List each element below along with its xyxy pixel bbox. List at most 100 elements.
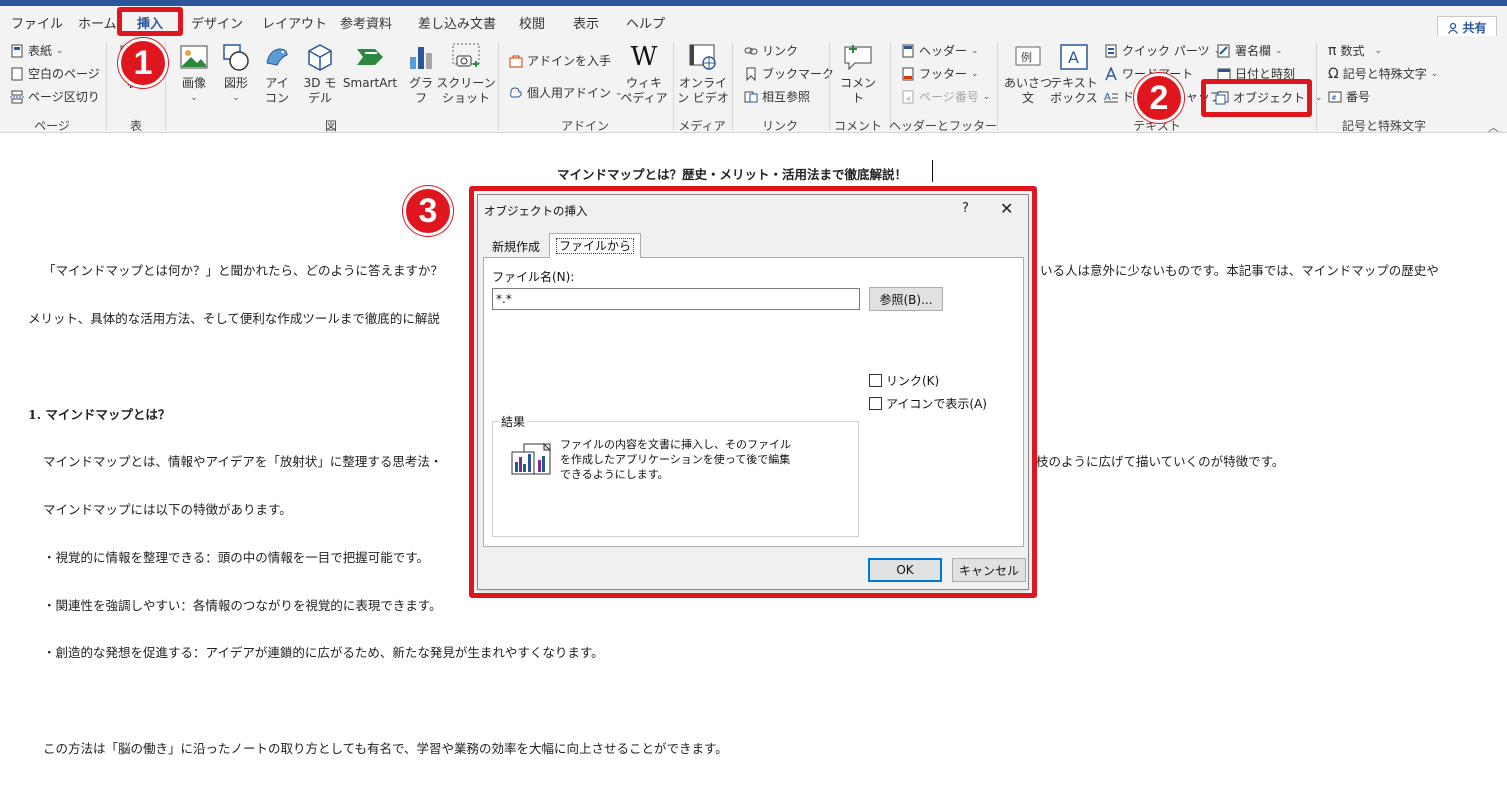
comment-button[interactable]: コメント <box>838 42 878 106</box>
footer-button[interactable]: フッター ⌄ <box>901 65 979 82</box>
chevron-down-icon: ⌄ <box>1374 45 1382 56</box>
chart-button[interactable]: グラフ <box>406 42 436 106</box>
cover-page-button[interactable]: 表紙 ⌄ <box>10 42 64 59</box>
get-addins-label: アドインを入手 <box>527 54 612 68</box>
tab-view[interactable]: 表示 <box>573 13 599 32</box>
tab-references[interactable]: 参考資料 <box>340 13 392 32</box>
quick-parts-icon <box>1105 44 1117 57</box>
shapes-button[interactable]: 図形 ⌄ <box>220 42 252 106</box>
tab-file[interactable]: ファイル <box>11 13 63 32</box>
tab-mailings[interactable]: 差し込み文書 <box>418 13 496 32</box>
signature-line-button[interactable]: 署名欄 ⌄ <box>1217 42 1283 59</box>
group-label-addins: アドイン <box>560 119 610 133</box>
step-badge-3: 3 <box>403 186 453 236</box>
cross-reference-button[interactable]: 相互参照 <box>744 88 810 105</box>
bullet-2: ・関連性を強調しやすい：各情報のつながりを視覚的に表現できます。 <box>43 598 442 613</box>
group-divider <box>673 42 674 130</box>
textbox-button[interactable]: A テキスト ボックス <box>1050 42 1098 106</box>
screenshot-button[interactable]: スクリーン ショット <box>436 42 496 106</box>
quick-parts-button[interactable]: クイック パーツ ⌄ <box>1104 42 1221 59</box>
3d-model-label: 3D モ デル <box>303 76 337 105</box>
tab-home[interactable]: ホーム <box>78 13 117 32</box>
group-divider <box>1316 42 1317 130</box>
smartart-button[interactable]: SmartArt <box>342 42 398 91</box>
tab-review[interactable]: 校閲 <box>519 13 545 32</box>
signature-line-label: 署名欄 <box>1235 44 1272 58</box>
quick-parts-label: クイック パーツ <box>1122 44 1210 58</box>
blank-page-button[interactable]: 空白のページ <box>10 65 100 82</box>
chevron-down-icon: ⌄ <box>232 93 240 103</box>
header-label: ヘッダー <box>919 44 968 58</box>
cross-reference-label: 相互参照 <box>762 90 811 104</box>
equation-button[interactable]: π 数式 ⌄ <box>1328 42 1382 59</box>
cover-page-icon <box>11 44 23 57</box>
step-badge-1: 1 <box>118 38 168 88</box>
page-number-button[interactable]: # ページ番号 ⌄ <box>901 88 990 105</box>
icons-icon <box>266 48 288 66</box>
greeting-button[interactable]: 例 あいさつ 文 <box>1004 42 1052 106</box>
image-label: 画像 <box>181 76 206 90</box>
footer-label: フッター <box>919 67 968 81</box>
3d-model-button[interactable]: 3D モ デル <box>302 42 338 106</box>
page-break-label: ページ区切り <box>28 90 100 104</box>
bookmark-label: ブックマーク <box>762 67 835 81</box>
group-label-media: メディア <box>678 119 726 133</box>
para1-left: マインドマップとは、情報やアイデアを「放射状」に整理する思考法・ <box>43 454 443 469</box>
get-addins-button[interactable]: アドインを入手 <box>509 52 611 69</box>
header-icon <box>902 44 914 57</box>
tab-create-from-file-label: ファイルから <box>556 238 635 254</box>
symbol-button[interactable]: Ω 記号と特殊文字 ⌄ <box>1328 65 1438 82</box>
wikipedia-label: ウィキ ペディア <box>620 76 668 105</box>
share-label: 共有 <box>1462 21 1487 35</box>
textbox-icon: A <box>1060 44 1088 70</box>
chevron-down-icon: ⌄ <box>971 45 979 56</box>
screenshot-icon <box>452 43 480 67</box>
page-break-button[interactable]: ページ区切り <box>10 88 100 105</box>
textbox-label: テキスト ボックス <box>1050 76 1098 105</box>
blank-page-label: 空白のページ <box>28 67 100 81</box>
online-video-icon <box>689 44 716 70</box>
svg-text:#: # <box>906 96 911 103</box>
svg-text:A: A <box>1104 92 1111 103</box>
comment-label: コメント <box>839 76 876 105</box>
my-addins-label: 個人用アドイン <box>527 86 612 100</box>
bookmark-icon <box>746 67 756 81</box>
online-video-button[interactable]: オンライ ン ビデオ <box>677 42 729 106</box>
omega-icon: Ω <box>1328 65 1339 82</box>
number-icon: # <box>1328 91 1342 102</box>
signature-icon <box>1217 44 1230 57</box>
cover-page-label: 表紙 <box>28 44 53 58</box>
highlight-insert-tab <box>117 7 183 36</box>
intro-line2-left: メリット、具体的な活用方法、そして便利な作成ツールまで徹底的に解説 <box>28 311 440 326</box>
para3: この方法は「脳の働き」に沿ったノートの取り方としても有名で、学習や業務の効率を大… <box>43 741 728 756</box>
tab-layout[interactable]: レイアウト <box>262 13 327 32</box>
tab-design[interactable]: デザイン <box>191 13 243 32</box>
page-number-label: ページ番号 <box>919 90 979 104</box>
smartart-label: SmartArt <box>342 76 398 90</box>
my-addins-button[interactable]: 個人用アドイン ⌄ <box>509 84 623 101</box>
collapse-ribbon-icon[interactable]: ︿ <box>1488 119 1499 135</box>
shapes-icon <box>223 44 249 71</box>
icons-button[interactable]: アイ コン <box>261 42 293 106</box>
screenshot-label: スクリーン ショット <box>436 76 496 105</box>
group-divider <box>997 42 998 130</box>
bullet-3: ・創造的な発想を促進する：アイデアが連鎖的に広がるため、新たな発見が生まれやすく… <box>43 645 604 660</box>
wikipedia-icon: W <box>630 41 658 72</box>
highlight-object-button <box>1201 79 1312 117</box>
wikipedia-button[interactable]: W ウィキ ペディア <box>620 41 667 106</box>
tab-help[interactable]: ヘルプ <box>626 13 665 32</box>
bullet-1: ・視覚的に情報を整理できる：頭の中の情報を一目で把握可能です。 <box>43 550 430 565</box>
header-button[interactable]: ヘッダー ⌄ <box>901 42 979 59</box>
image-button[interactable]: 画像 ⌄ <box>178 42 210 106</box>
number-button[interactable]: # 番号 <box>1328 88 1370 105</box>
addin-icon <box>510 86 522 97</box>
group-label-comments: コメント <box>833 119 883 133</box>
link-button[interactable]: リンク <box>744 42 798 59</box>
para1-right: 枝のように広げて描いていくのが特徴です。 <box>1036 454 1285 469</box>
bookmark-button[interactable]: ブックマーク <box>744 65 834 82</box>
chevron-down-icon: ⌄ <box>56 45 64 56</box>
tab-create-from-file[interactable]: ファイルから <box>549 233 642 258</box>
cube-icon <box>308 44 332 71</box>
group-label-header-footer: ヘッダーとフッター <box>888 119 998 133</box>
icons-label: アイ コン <box>264 76 289 105</box>
